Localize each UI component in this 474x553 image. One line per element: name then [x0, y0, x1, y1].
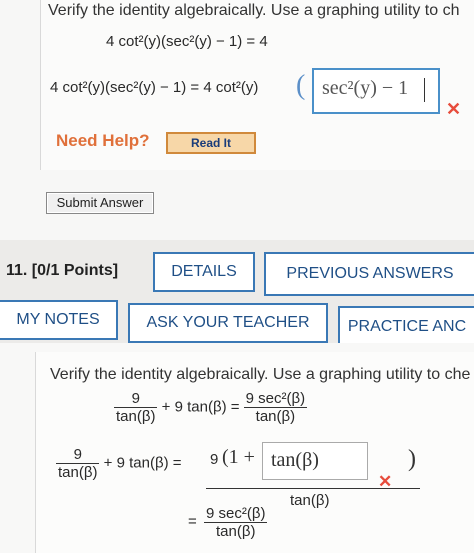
step-lhs: 9 tan(β) + 9 tan(β) =: [56, 446, 182, 481]
open-paren: (: [296, 70, 306, 101]
question-10-identity: 4 cot²(y)(sec²(y) − 1) = 4: [106, 33, 268, 50]
wrong-answer-icon: ✕: [446, 99, 462, 119]
step-denominator: tan(β): [290, 492, 330, 509]
answer-input-q10[interactable]: sec²(y) − 1: [312, 68, 440, 114]
need-help-label: Need Help?: [56, 131, 150, 150]
answer-value-q11: tan(β): [271, 449, 319, 471]
wrong-answer-icon-q11: ✕: [378, 472, 393, 491]
question-10-prompt: Verify the identity algebraically. Use a…: [48, 2, 460, 19]
result-fraction: 9 sec²(β) tan(β): [204, 505, 268, 540]
previous-answers-button[interactable]: PREVIOUS ANSWERS: [264, 252, 474, 296]
step-num-open: (1 +: [222, 446, 255, 468]
question-11-prompt: Verify the identity algebraically. Use a…: [50, 366, 471, 383]
question-10-lhs: 4 cot²(y)(sec²(y) − 1) = 4 cot²(y): [50, 79, 259, 96]
ask-your-teacher-button[interactable]: ASK YOUR TEACHER: [128, 303, 328, 343]
fraction-9sec2-over-tan: 9 sec²(β) tan(β): [243, 390, 308, 425]
fraction-bar: [206, 488, 420, 489]
answer-value-q10: sec²(y) − 1: [322, 77, 409, 99]
submit-answer-button[interactable]: Submit Answer: [46, 192, 154, 214]
step-num-close: ): [408, 446, 416, 472]
result-equals: =: [188, 513, 197, 530]
step-num-prefix: 9: [210, 451, 219, 468]
details-button[interactable]: DETAILS: [153, 252, 255, 292]
question-11-identity: 9 tan(β) + 9 tan(β) = 9 sec²(β) tan(β): [114, 390, 308, 425]
fraction-9-over-tan-step: 9 tan(β): [56, 446, 100, 481]
read-it-button[interactable]: Read It: [166, 132, 256, 154]
question-11-label: 11. [0/1 Points]: [6, 262, 119, 279]
my-notes-button[interactable]: MY NOTES: [0, 300, 118, 340]
text-cursor: [424, 78, 425, 102]
practice-another-button[interactable]: PRACTICE ANC: [338, 306, 474, 348]
answer-input-q11[interactable]: tan(β): [262, 442, 368, 480]
fraction-9-over-tan: 9 tan(β): [114, 390, 158, 425]
